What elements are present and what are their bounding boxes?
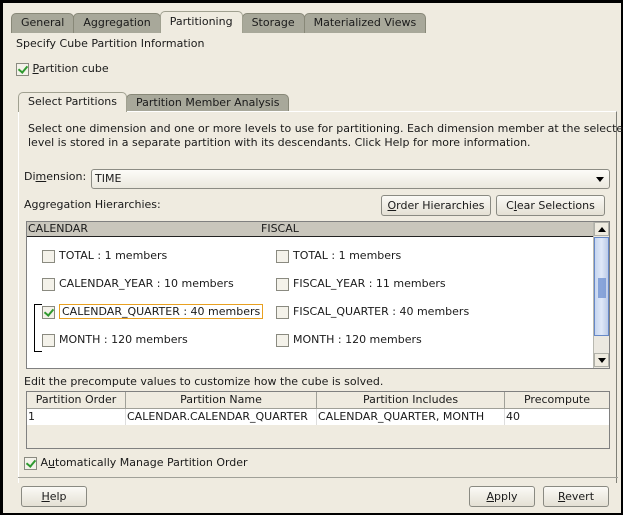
tab-partition-member-analysis[interactable]: Partition Member Analysis <box>126 94 290 112</box>
tab-storage[interactable]: Storage <box>241 13 305 33</box>
dimension-value: TIME <box>95 172 122 185</box>
level-label: TOTAL : 1 members <box>293 249 402 262</box>
hierarchy-header-calendar: CALENDAR <box>28 222 88 235</box>
grip-icon <box>598 278 606 298</box>
level-label: CALENDAR_QUARTER : 40 members <box>59 304 264 319</box>
top-tab-bar: General Aggregation Partitioning Storage… <box>11 11 427 33</box>
level-checkbox[interactable] <box>42 305 55 319</box>
hierarchy-header: CALENDAR FISCAL <box>27 222 593 237</box>
arrow-up-icon <box>598 227 606 232</box>
aggregation-hierarchies-label: Aggregation Hierarchies: <box>24 198 161 211</box>
partition-cube-label: Partition cube <box>32 62 109 75</box>
precompute-note: Edit the precompute values to customize … <box>24 375 384 388</box>
level-checkbox[interactable] <box>276 277 289 291</box>
tab-select-partitions[interactable]: Select Partitions <box>18 92 128 112</box>
table-row[interactable]: 1 CALENDAR.CALENDAR_QUARTER CALENDAR_QUA… <box>27 409 609 425</box>
vertical-scrollbar[interactable] <box>593 222 609 368</box>
column-precompute[interactable]: Precompute <box>505 392 609 409</box>
column-partition-includes[interactable]: Partition Includes <box>317 392 505 409</box>
level-label: FISCAL_YEAR : 11 members <box>293 277 446 290</box>
hierarchy-header-fiscal: FISCAL <box>261 222 299 235</box>
revert-button[interactable]: Revert <box>543 486 609 507</box>
level-checkbox[interactable] <box>42 249 55 263</box>
partition-cube-checkbox[interactable] <box>16 62 29 76</box>
section-title: Specify Cube Partition Information <box>16 37 205 50</box>
tab-general[interactable]: General <box>11 13 75 33</box>
level-calendar-quarter[interactable]: CALENDAR_QUARTER : 40 members <box>42 304 264 320</box>
scroll-down-button[interactable] <box>594 353 609 367</box>
level-label: MONTH : 120 members <box>293 333 422 346</box>
chevron-down-icon <box>596 177 604 182</box>
cell-partition-name: CALENDAR.CALENDAR_QUARTER <box>126 409 317 425</box>
hierarchy-levels-list: CALENDAR FISCAL TOTAL : 1 members CALEND… <box>26 221 610 369</box>
order-hierarchies-button[interactable]: Order Hierarchies <box>381 195 491 216</box>
scrollbar-thumb[interactable] <box>594 237 609 336</box>
instructions-line-1: Select one dimension and one or more lev… <box>28 122 623 135</box>
dimension-select[interactable]: TIME <box>91 169 610 189</box>
arrow-down-icon <box>598 358 606 363</box>
level-fiscal-total[interactable]: TOTAL : 1 members <box>276 248 401 264</box>
auto-manage-label: Automatically Manage Partition Order <box>40 456 248 469</box>
level-checkbox[interactable] <box>42 333 55 347</box>
level-checkbox[interactable] <box>276 305 289 319</box>
selection-bracket <box>34 304 42 352</box>
cell-precompute[interactable]: 40 <box>505 409 609 425</box>
tab-aggregation[interactable]: Aggregation <box>73 13 161 33</box>
tab-materialized-views[interactable]: Materialized Views <box>303 13 427 33</box>
level-calendar-month[interactable]: MONTH : 120 members <box>42 332 188 348</box>
level-checkbox[interactable] <box>276 333 289 347</box>
partition-table: Partition Order Partition Name Partition… <box>26 391 610 449</box>
instructions-line-2: level is stored in a separate partition … <box>28 136 531 149</box>
scroll-up-button[interactable] <box>594 222 609 236</box>
dimension-label: Dimension: <box>24 170 87 183</box>
cell-partition-includes: CALENDAR_QUARTER, MONTH <box>317 409 505 425</box>
cube-editor-dialog: General Aggregation Partitioning Storage… <box>3 3 623 513</box>
level-label: CALENDAR_YEAR : 10 members <box>59 277 234 290</box>
column-partition-order[interactable]: Partition Order <box>27 392 126 409</box>
level-label: FISCAL_QUARTER : 40 members <box>293 305 470 318</box>
partition-cube-checkbox-row[interactable]: Partition cube <box>16 62 109 76</box>
auto-manage-checkbox[interactable] <box>24 456 37 470</box>
level-calendar-total[interactable]: TOTAL : 1 members <box>42 248 167 264</box>
level-fiscal-year[interactable]: FISCAL_YEAR : 11 members <box>276 276 446 292</box>
level-label: TOTAL : 1 members <box>59 249 168 262</box>
divider <box>18 477 618 478</box>
clear-selections-button[interactable]: Clear Selections <box>496 195 605 216</box>
level-checkbox[interactable] <box>42 277 55 291</box>
level-calendar-year[interactable]: CALENDAR_YEAR : 10 members <box>42 276 234 292</box>
apply-button[interactable]: Apply <box>469 486 535 507</box>
level-checkbox[interactable] <box>276 249 289 263</box>
auto-manage-checkbox-row[interactable]: Automatically Manage Partition Order <box>24 456 248 470</box>
column-partition-name[interactable]: Partition Name <box>126 392 317 409</box>
table-header: Partition Order Partition Name Partition… <box>27 392 609 409</box>
tab-partitioning[interactable]: Partitioning <box>159 11 243 33</box>
help-button[interactable]: Help <box>21 486 87 507</box>
level-fiscal-month[interactable]: MONTH : 120 members <box>276 332 422 348</box>
level-fiscal-quarter[interactable]: FISCAL_QUARTER : 40 members <box>276 304 469 320</box>
level-label: MONTH : 120 members <box>59 333 188 346</box>
cell-partition-order: 1 <box>27 409 126 425</box>
inner-tab-bar: Select Partitions Partition Member Analy… <box>18 92 290 112</box>
